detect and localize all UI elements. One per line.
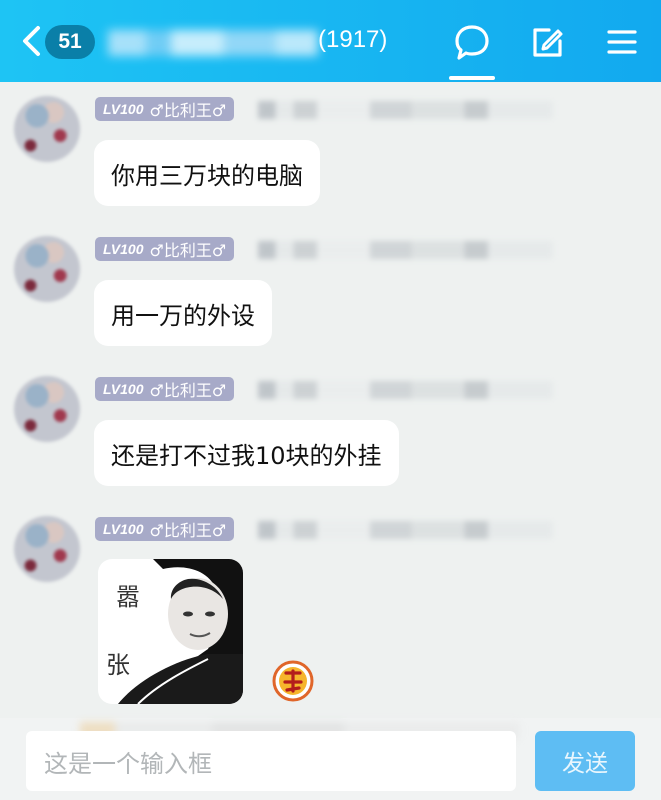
sender-title-redacted: [258, 241, 553, 259]
avatar[interactable]: [14, 236, 80, 302]
active-tab-indicator: [449, 76, 495, 80]
avatar[interactable]: [14, 376, 80, 442]
sender-title-redacted: [258, 101, 553, 119]
level-label: LV100: [103, 381, 144, 397]
message-input[interactable]: 这是一个输入框: [26, 731, 516, 791]
message-bubble[interactable]: 你用三万块的电脑: [94, 140, 320, 206]
sender-name: ♂比利王♂: [149, 241, 227, 260]
member-count: (1917): [318, 26, 388, 53]
reaction-icon[interactable]: [272, 660, 314, 702]
sticker-text: 嚣: [116, 583, 140, 611]
edit-icon[interactable]: [527, 22, 567, 62]
sticker-text: 张: [106, 651, 130, 679]
chat-header: 51 (1917): [0, 0, 661, 82]
group-name-redacted: [108, 30, 318, 56]
level-badge: LV100 ♂比利王♂: [95, 237, 235, 261]
level-label: LV100: [103, 241, 144, 257]
avatar[interactable]: [14, 516, 80, 582]
sender-title-redacted: [258, 381, 553, 399]
level-label: LV100: [103, 521, 144, 537]
menu-icon[interactable]: [602, 22, 642, 62]
sticker-image[interactable]: 嚣 张: [98, 559, 243, 704]
sender-name: ♂比利王♂: [149, 381, 227, 400]
level-badge: LV100 ♂比利王♂: [95, 377, 235, 401]
sender-name: ♂比利王♂: [149, 101, 227, 120]
unread-count-badge[interactable]: 51: [45, 25, 95, 59]
back-chevron-icon[interactable]: [20, 24, 44, 58]
level-badge: LV100 ♂比利王♂: [95, 517, 235, 541]
send-button[interactable]: 发送: [535, 731, 635, 791]
input-bar: 这是一个输入框 发送: [0, 718, 661, 800]
sender-name: ♂比利王♂: [149, 521, 227, 540]
level-label: LV100: [103, 101, 144, 117]
avatar[interactable]: [14, 96, 80, 162]
chat-bubble-icon[interactable]: [452, 22, 492, 62]
sender-title-redacted: [258, 521, 553, 539]
level-badge: LV100 ♂比利王♂: [95, 97, 235, 121]
message-bubble[interactable]: 用一万的外设: [94, 280, 272, 346]
message-bubble[interactable]: 还是打不过我10块的外挂: [94, 420, 399, 486]
